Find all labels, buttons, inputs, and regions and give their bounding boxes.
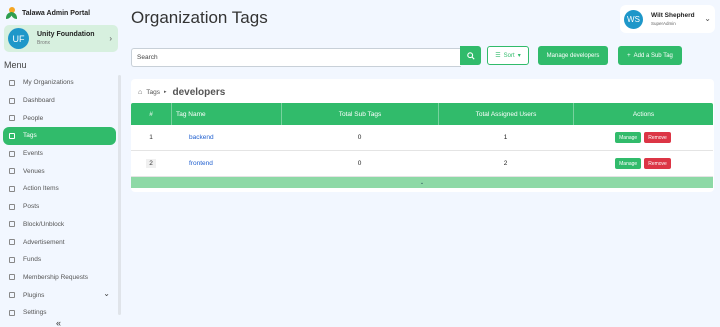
manage-developers-button[interactable]: Manage developers <box>538 46 608 65</box>
table-header: # Tag Name Total Sub Tags Total Assigned… <box>131 103 713 125</box>
breadcrumb-separator-icon: ▸ <box>163 89 167 95</box>
load-more-footer[interactable]: ⌄ <box>131 177 713 188</box>
user-role: SuperAdmin <box>651 21 676 26</box>
sidebar-item-funds[interactable]: Funds <box>3 251 116 269</box>
sort-button[interactable]: ☰ Sort ▾ <box>487 46 529 65</box>
chevron-down-icon: ⌄ <box>419 179 425 186</box>
settings-icon <box>9 309 15 316</box>
manage-tag-button[interactable]: Manage <box>615 158 642 169</box>
sidebar-item-posts[interactable]: Posts <box>3 198 116 216</box>
list-icon <box>9 185 15 192</box>
sub-tag-count: 0 <box>357 134 362 141</box>
assigned-users-count: 1 <box>503 134 508 141</box>
sidebar-item-venues[interactable]: Venues <box>3 162 116 180</box>
sidebar-item-plugins[interactable]: Plugins ⌄ <box>3 286 116 304</box>
column-header-total-assigned-users[interactable]: Total Assigned Users <box>438 103 573 125</box>
sidebar-menu: My Organizations Dashboard People Tags E… <box>3 74 116 322</box>
sidebar-item-dashboard[interactable]: Dashboard <box>3 92 116 110</box>
tag-icon: ⌂ <box>138 88 143 96</box>
block-icon <box>9 221 15 228</box>
remove-tag-button[interactable]: Remove <box>644 158 671 169</box>
sidebar-scrollbar[interactable] <box>118 75 121 315</box>
sidebar-item-block-unblock[interactable]: Block/Unblock <box>3 216 116 234</box>
sidebar-item-membership-requests[interactable]: Membership Requests <box>3 269 116 287</box>
app-title: Talawa Admin Portal <box>22 9 91 17</box>
location-icon <box>9 168 15 175</box>
posts-icon <box>9 203 15 210</box>
chevron-right-icon: › <box>109 34 112 43</box>
org-name: Unity Foundation <box>37 31 95 38</box>
org-avatar: UF <box>8 28 29 49</box>
manage-tag-button[interactable]: Manage <box>615 132 642 143</box>
user-name: Wilt Shepherd <box>651 12 695 19</box>
sidebar-item-tags[interactable]: Tags <box>3 127 116 145</box>
assigned-users-count: 2 <box>503 160 508 167</box>
search-button[interactable] <box>460 46 481 65</box>
column-header-tag-name[interactable]: Tag Name <box>171 103 281 125</box>
tags-table: # Tag Name Total Sub Tags Total Assigned… <box>131 103 713 188</box>
sidebar-item-advertisement[interactable]: Advertisement <box>3 233 116 251</box>
column-header-number[interactable]: # <box>131 103 171 125</box>
sort-icon: ☰ <box>495 53 501 59</box>
chevron-down-icon: ⌄ <box>103 289 110 299</box>
brand: Talawa Admin Portal <box>6 6 90 20</box>
row-number: 1 <box>149 134 153 141</box>
funds-icon <box>9 256 15 263</box>
org-switcher[interactable]: UF Unity Foundation Bronx › <box>4 25 118 52</box>
search-input[interactable] <box>131 48 461 67</box>
building-icon <box>9 79 15 86</box>
remove-tag-button[interactable]: Remove <box>644 132 671 143</box>
breadcrumb-current: developers <box>172 86 226 98</box>
breadcrumb-tags-link[interactable]: Tags <box>146 89 160 96</box>
search-icon <box>466 51 475 60</box>
talawa-logo-icon <box>6 7 17 19</box>
tag-icon <box>9 132 15 139</box>
sidebar-item-events[interactable]: Events <box>3 145 116 163</box>
calendar-icon <box>9 150 15 157</box>
table-row: 2 frontend 0 2 Manage Remove <box>131 151 713 177</box>
chevron-down-icon: ⌄ <box>704 14 711 23</box>
dashboard-icon <box>9 97 15 104</box>
sub-tag-count: 0 <box>357 160 362 167</box>
sidebar-item-action-items[interactable]: Action Items <box>3 180 116 198</box>
page-title: Organization Tags <box>131 8 268 27</box>
user-menu[interactable]: WS Wilt Shepherd SuperAdmin ⌄ <box>620 5 715 33</box>
tag-name-link[interactable]: frontend <box>175 160 213 167</box>
collapse-sidebar-button[interactable]: « <box>56 318 61 327</box>
add-sub-tag-button[interactable]: + Add a Sub Tag <box>618 46 682 65</box>
avatar: WS <box>624 9 643 29</box>
search-bar <box>131 46 481 67</box>
sidebar: Talawa Admin Portal UF Unity Foundation … <box>0 0 121 327</box>
org-city: Bronx <box>37 40 51 46</box>
breadcrumb: ⌂ Tags ▸ developers <box>138 86 225 98</box>
requests-icon <box>9 274 15 281</box>
row-number: 2 <box>146 159 156 168</box>
menu-heading: Menu <box>4 60 27 70</box>
plugin-icon <box>9 292 15 299</box>
tags-panel: ⌂ Tags ▸ developers # Tag Name Total Sub… <box>131 79 714 192</box>
people-icon <box>9 115 15 122</box>
sidebar-item-people[interactable]: People <box>3 109 116 127</box>
tag-name-link[interactable]: backend <box>175 134 214 141</box>
ad-icon <box>9 239 15 246</box>
column-header-actions: Actions <box>573 103 713 125</box>
plus-icon: + <box>627 52 631 59</box>
sidebar-item-my-organizations[interactable]: My Organizations <box>3 74 116 92</box>
column-header-total-sub-tags[interactable]: Total Sub Tags <box>281 103 438 125</box>
caret-down-icon: ▾ <box>517 53 521 59</box>
table-row: 1 backend 0 1 Manage Remove <box>131 125 713 151</box>
